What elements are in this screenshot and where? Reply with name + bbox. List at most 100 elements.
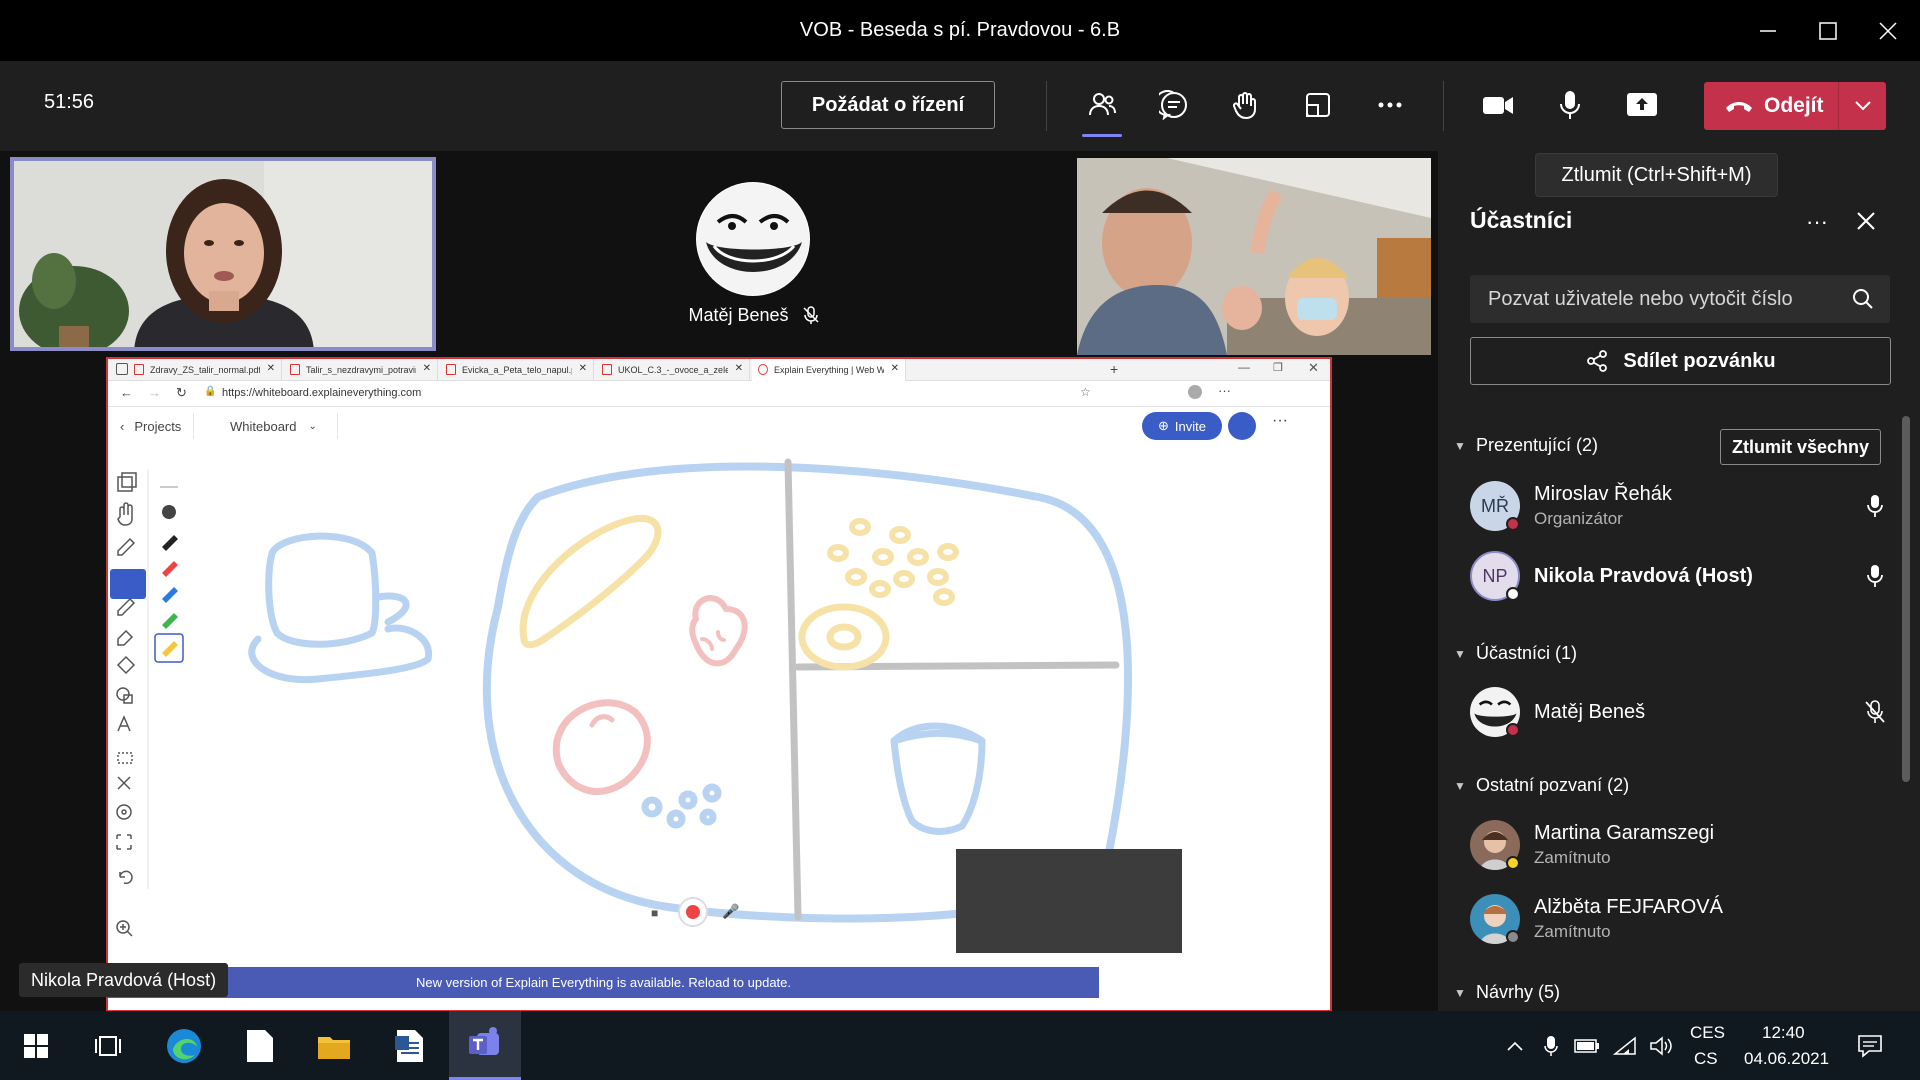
maximize-icon[interactable] [1798,0,1858,61]
close-tab-icon[interactable]: ✕ [735,363,743,374]
tab-actions-icon[interactable] [116,363,128,375]
language-top[interactable]: CES [1690,1023,1725,1043]
title-bar: VOB - Beseda s pí. Pravdovou - 6.B [0,0,1920,61]
file-icon[interactable] [234,1011,286,1080]
whiteboard-mic-icon[interactable]: 🎤 [722,903,739,920]
browser-menu-icon[interactable]: ··· [1218,383,1231,398]
notifications-icon[interactable] [1850,1011,1890,1080]
file-explorer-icon[interactable] [308,1011,360,1080]
participants-icon[interactable] [1074,81,1130,137]
whiteboard-canvas[interactable] [108,407,1330,967]
divider [1443,81,1444,131]
window-title: VOB - Beseda s pí. Pravdovou - 6.B [799,19,1121,41]
microphone-icon[interactable] [1542,81,1598,129]
clock-date[interactable]: 04.06.2021 [1744,1049,1829,1069]
record-button[interactable] [678,897,708,927]
rooms-icon[interactable] [1290,81,1346,129]
minimize-icon[interactable] [1738,0,1798,61]
browser-close-icon[interactable]: ✕ [1308,360,1319,376]
task-view-icon[interactable] [82,1011,134,1080]
participant-matej[interactable]: Matěj Beneš [1470,683,1890,743]
teams-taskbar-icon[interactable] [449,1011,521,1080]
favorites-icon[interactable]: ☆ [1080,385,1091,399]
browser-tab-label: UKOL_C.3_-_ovoce_a_zelenina.pd [618,365,728,375]
tile-name-matej: Matěj Beneš [600,305,908,326]
browser-tab[interactable]: UKOL_C.3_-_ovoce_a_zelenina.pd ✕ [596,359,750,381]
collapse-icon: ▼ [1454,438,1466,453]
share-screen-icon[interactable] [1614,81,1670,129]
search-icon[interactable] [1852,288,1874,315]
mic-muted-icon [1860,697,1890,727]
camera-icon[interactable] [1470,81,1526,129]
close-tab-icon[interactable]: ✕ [579,363,587,374]
profile-icon[interactable] [1188,385,1202,399]
browser-address-bar: ← → ↻ 🔒 https://whiteboard.explaineveryt… [108,381,1330,407]
participant-alzbeta[interactable]: Alžběta FEJFAROVÁ Zamítnuto [1470,890,1890,950]
browser-tab[interactable]: Evicka_a_Peta_telo_napul.pdf ✕ [440,359,594,381]
video-tile-matej[interactable]: Matěj Beneš [600,160,908,334]
browser-restore-icon[interactable]: ❐ [1273,361,1283,374]
browser-tab[interactable]: Zdravy_ZS_talir_normal.pdf ✕ [128,359,282,381]
windows-start-icon[interactable] [10,1011,62,1080]
raise-hand-icon[interactable] [1218,81,1274,129]
panel-close-icon[interactable] [1856,211,1876,236]
battery-icon[interactable] [1572,1011,1602,1080]
request-control-button[interactable]: Požádat o řízení [781,81,995,129]
forward-icon[interactable]: → [148,385,161,400]
mute-all-button[interactable]: Ztlumit všechny [1720,429,1881,465]
browser-tab-label: Zdravy_ZS_talir_normal.pdf [150,365,260,375]
language-bottom[interactable]: CS [1694,1049,1718,1069]
browser-tab[interactable]: Explain Everything | Web W ✕ [752,359,906,381]
show-hidden-icons[interactable] [1500,1011,1530,1080]
miroslav-video-feed [1077,158,1431,355]
url-field[interactable]: https://whiteboard.explaineverything.com [222,387,421,399]
browser-minimize-icon[interactable]: — [1238,360,1250,374]
tray-mic-icon[interactable] [1538,1011,1564,1080]
video-tile-miroslav[interactable] [1077,158,1431,355]
close-tab-icon[interactable]: ✕ [891,363,899,374]
share-invite-button[interactable]: Sdílet pozvánku [1470,337,1891,385]
clock-time[interactable]: 12:40 [1762,1023,1805,1043]
invite-input[interactable]: Pozvat uživatele nebo vytočit číslo [1470,275,1890,323]
panel-scrollbar[interactable] [1902,416,1910,782]
wifi-icon[interactable] [1610,1011,1640,1080]
section-attendees[interactable]: ▼ Účastníci (1) [1454,643,1577,664]
section-presenters[interactable]: ▼ Prezentující (2) [1454,435,1598,456]
update-banner[interactable]: New version of Explain Everything is ava… [108,967,1099,998]
mute-tooltip: Ztlumit (Ctrl+Shift+M) [1535,153,1778,197]
new-tab-icon[interactable]: + [1110,361,1118,377]
chat-icon[interactable] [1146,81,1202,129]
more-icon[interactable] [1362,81,1418,129]
status-busy-icon [1506,723,1520,737]
share-icon [1587,350,1608,372]
participant-nikola[interactable]: NP Nikola Pravdová (Host) [1470,547,1890,607]
browser-tab-label: Evicka_a_Peta_telo_napul.pdf [462,365,572,375]
lock-icon: 🔒 [204,386,217,397]
close-tab-icon[interactable]: ✕ [267,363,275,374]
browser-tab[interactable]: Talir_s_nezdravymi_potravinami.p ✕ [284,359,438,381]
participant-miroslav[interactable]: MŘ Miroslav Řehák Organizátor [1470,477,1890,537]
pdf-file-icon [134,364,144,375]
pdf-file-icon [602,364,612,375]
leave-button[interactable]: Odejít [1704,82,1886,130]
reload-icon[interactable]: ↻ [176,385,187,401]
edge-icon[interactable] [158,1011,210,1080]
camera-toggle-icon[interactable]: ■ [651,906,658,920]
close-window-icon[interactable] [1858,0,1918,61]
shared-screen: Zdravy_ZS_talir_normal.pdf ✕ Talir_s_nezdr… [106,357,1332,1012]
video-tile-host[interactable] [10,157,436,351]
panel-more-icon[interactable]: ··· [1806,209,1828,235]
back-icon[interactable]: ← [120,385,133,400]
close-tab-icon[interactable]: ✕ [423,363,431,374]
leave-options-chevron-icon[interactable] [1838,82,1886,130]
participant-name: Miroslav Řehák [1534,483,1672,505]
explain-everything-tab-icon [758,364,768,375]
collapse-icon: ▼ [1454,646,1466,661]
volume-icon[interactable] [1646,1011,1676,1080]
section-suggestions[interactable]: ▼ Návrhy (5) [1454,982,1560,1003]
host-video-feed [14,161,432,347]
participant-martina[interactable]: Martina Garamszegi Zamítnuto [1470,816,1890,876]
word-document-icon[interactable] [384,1011,436,1080]
participant-name: Matěj Beneš [1534,701,1646,723]
section-other-invited[interactable]: ▼ Ostatní pozvaní (2) [1454,775,1629,796]
